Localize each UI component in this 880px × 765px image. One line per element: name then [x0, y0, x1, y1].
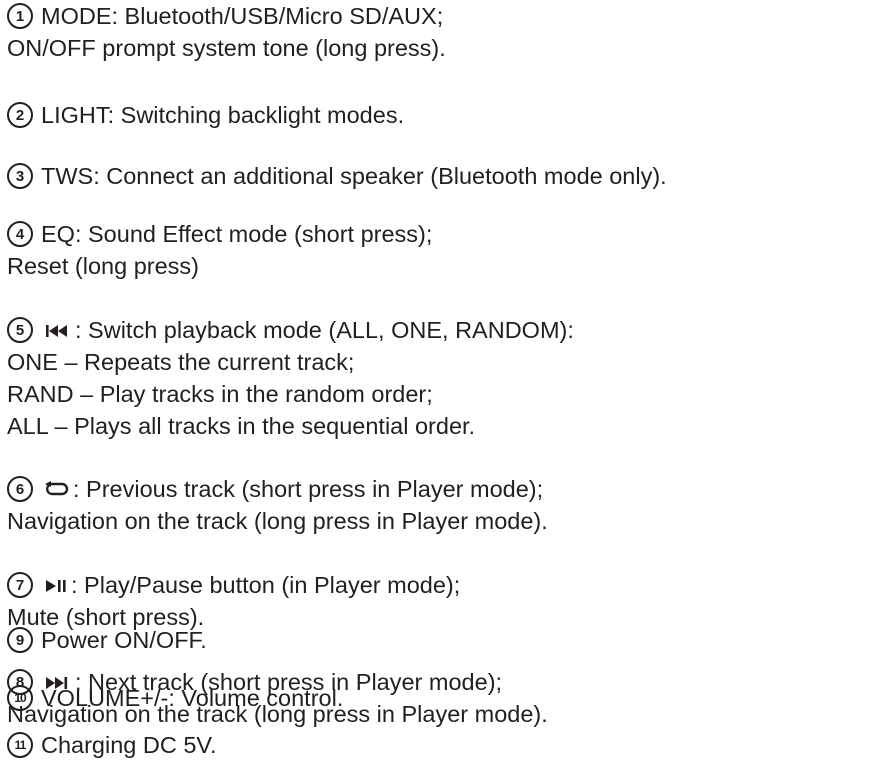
item-continuation-text: RAND – Play tracks in the random order; — [7, 378, 880, 410]
item-text: 4 EQ: Sound Effect mode (short press); — [7, 218, 880, 250]
item-text: 10 VOLUME+/-: Volume control. — [7, 682, 880, 714]
item-text-content: : Switch playback mode (ALL, ONE, RANDOM… — [75, 317, 574, 343]
item-text-content: Navigation on the track (long press in P… — [7, 508, 548, 534]
item-text-content: LIGHT: Switching backlight modes. — [41, 102, 405, 128]
item-text-content: : Play/Pause button (in Player mode); — [71, 572, 461, 598]
list-item: 9 Power ON/OFF. — [7, 624, 880, 656]
list-item: 11 Charging DC 5V. — [7, 729, 880, 761]
button-description-list: 1 MODE: Bluetooth/USB/Micro SD/AUX; ON/OFF… — [0, 0, 880, 765]
list-item: 10 VOLUME+/-: Volume control. — [7, 682, 880, 714]
item-text-content: MODE: Bluetooth/USB/Micro SD/AUX; — [41, 3, 444, 29]
item-text: 1 MODE: Bluetooth/USB/Micro SD/AUX; — [7, 0, 880, 32]
item-text-content: : Previous track (short press in Player … — [73, 476, 544, 502]
item-continuation-text: ALL – Plays all tracks in the sequential… — [7, 410, 880, 442]
play-pause-icon — [45, 569, 67, 601]
item-text-content: TWS: Connect an additional speaker (Blue… — [41, 163, 667, 189]
repeat-icon — [45, 473, 69, 505]
list-item: 4 EQ: Sound Effect mode (short press); Res… — [7, 218, 880, 282]
item-number-badge: 6 — [7, 476, 33, 502]
item-text: 5 : Switch playback mode (ALL, ONE, RANDO… — [7, 314, 880, 346]
item-number-badge: 4 — [7, 221, 33, 247]
item-continuation-text: ON/OFF prompt system tone (long press). — [7, 32, 880, 64]
item-text-content: EQ: Sound Effect mode (short press); — [41, 221, 433, 247]
item-text: 6 : Previous track (short press in Player… — [7, 473, 880, 505]
item-text: 9 Power ON/OFF. — [7, 624, 880, 656]
item-text-content: Reset (long press) — [7, 253, 199, 279]
item-continuation-text: Reset (long press) — [7, 250, 880, 282]
item-number-badge: 2 — [7, 102, 33, 128]
item-text: 2 LIGHT: Switching backlight modes. — [7, 99, 880, 131]
item-continuation-text: Navigation on the track (long press in P… — [7, 505, 880, 537]
item-number-badge: 5 — [7, 317, 33, 343]
item-text-content: ONE – Repeats the current track; — [7, 349, 355, 375]
item-number-badge: 7 — [7, 572, 33, 598]
item-number-badge: 11 — [7, 732, 33, 758]
list-item: 1 MODE: Bluetooth/USB/Micro SD/AUX; ON/OFF… — [7, 0, 880, 64]
previous-track-icon — [45, 314, 71, 346]
item-text-content: RAND – Play tracks in the random order; — [7, 381, 433, 407]
item-text: 3 TWS: Connect an additional speaker (Blu… — [7, 160, 880, 192]
item-continuation-text: ONE – Repeats the current track; — [7, 346, 880, 378]
item-text-content: Charging DC 5V. — [41, 732, 217, 758]
list-item: 5 : Switch playback mode (ALL, ONE, RANDO… — [7, 314, 880, 442]
item-text: 11 Charging DC 5V. — [7, 729, 880, 761]
item-number-badge: 10 — [7, 685, 33, 711]
item-number-badge: 9 — [7, 627, 33, 653]
item-text-content: VOLUME+/-: Volume control. — [41, 685, 344, 711]
item-number-badge: 1 — [7, 3, 33, 29]
list-item: 3 TWS: Connect an additional speaker (Blu… — [7, 160, 880, 192]
item-text-content: Power ON/OFF. — [41, 627, 207, 653]
list-item: 2 LIGHT: Switching backlight modes. — [7, 99, 880, 131]
item-text: 7 : Play/Pause button (in Player mode); — [7, 569, 880, 601]
item-number-badge: 3 — [7, 163, 33, 189]
item-text-content: ALL – Plays all tracks in the sequential… — [7, 413, 476, 439]
item-text-content: ON/OFF prompt system tone (long press). — [7, 35, 446, 61]
list-item: 6 : Previous track (short press in Player… — [7, 473, 880, 537]
